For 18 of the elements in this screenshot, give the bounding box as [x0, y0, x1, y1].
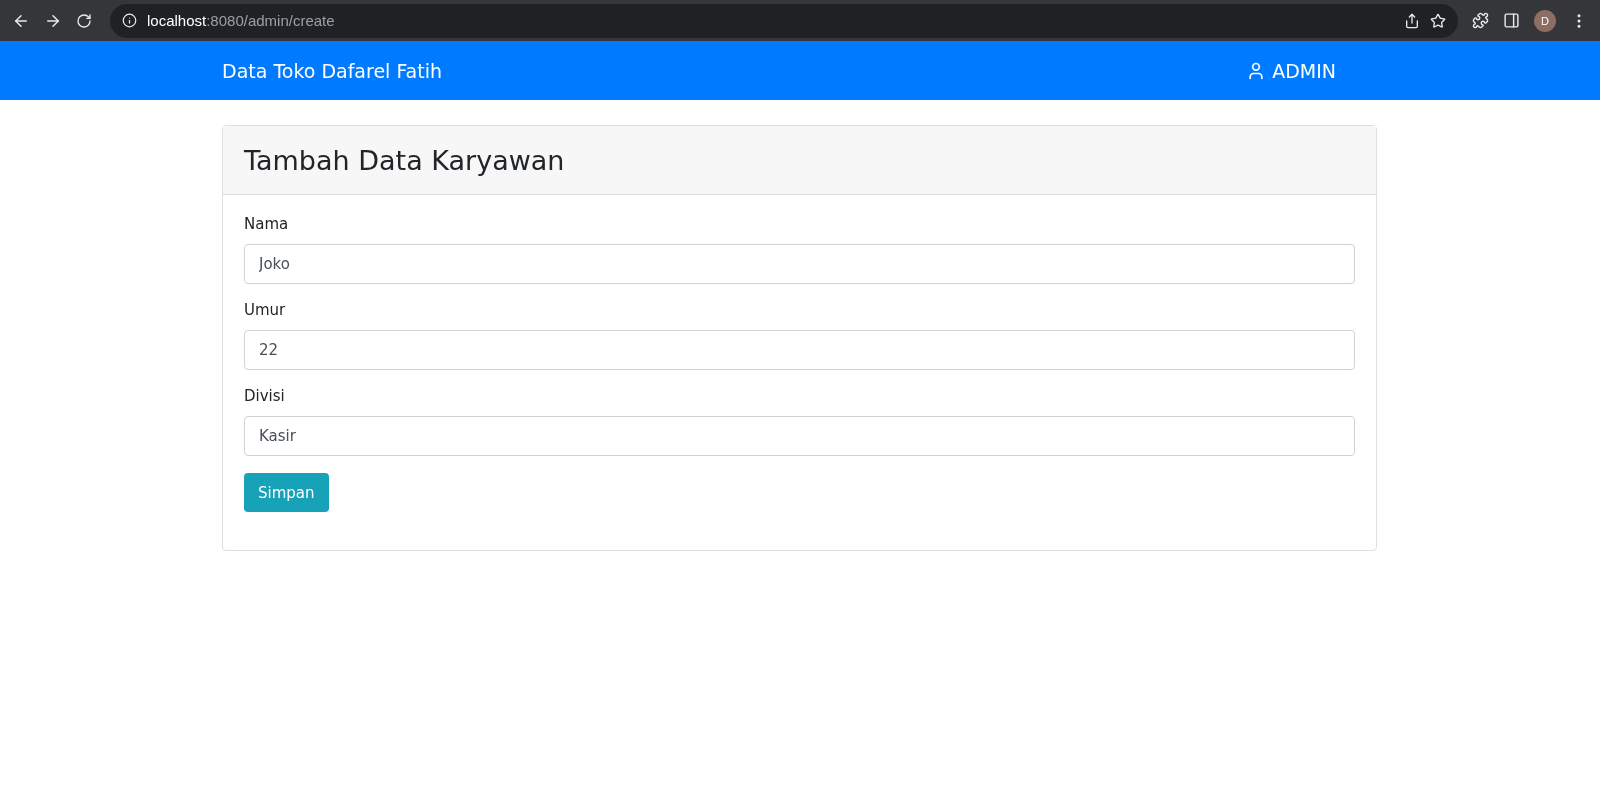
field-label: Nama: [244, 215, 290, 233]
side-panel-icon[interactable]: [1503, 12, 1520, 29]
share-icon[interactable]: [1404, 12, 1420, 29]
navbar-brand[interactable]: Data Toko Dafarel Fatih: [222, 59, 442, 82]
extensions-icon[interactable]: [1472, 12, 1489, 29]
input-field[interactable]: Kasir: [244, 416, 1355, 456]
field-label: Divisi: [244, 387, 286, 405]
card-title: Tambah Data Karyawan: [244, 144, 565, 176]
user-link[interactable]: ADMIN: [1246, 59, 1336, 82]
bookmark-star-icon[interactable]: [1430, 12, 1446, 29]
input-field[interactable]: 22: [244, 330, 1355, 370]
input-field[interactable]: Joko: [244, 244, 1355, 284]
info-icon[interactable]: [122, 13, 137, 28]
profile-avatar[interactable]: D: [1534, 9, 1556, 32]
address-bar[interactable]: localhost:8080/admin/create: [110, 3, 1458, 38]
url-text: localhost:8080/admin/create: [147, 12, 335, 29]
field-label: Umur: [244, 301, 287, 319]
reload-icon[interactable]: [76, 12, 92, 29]
